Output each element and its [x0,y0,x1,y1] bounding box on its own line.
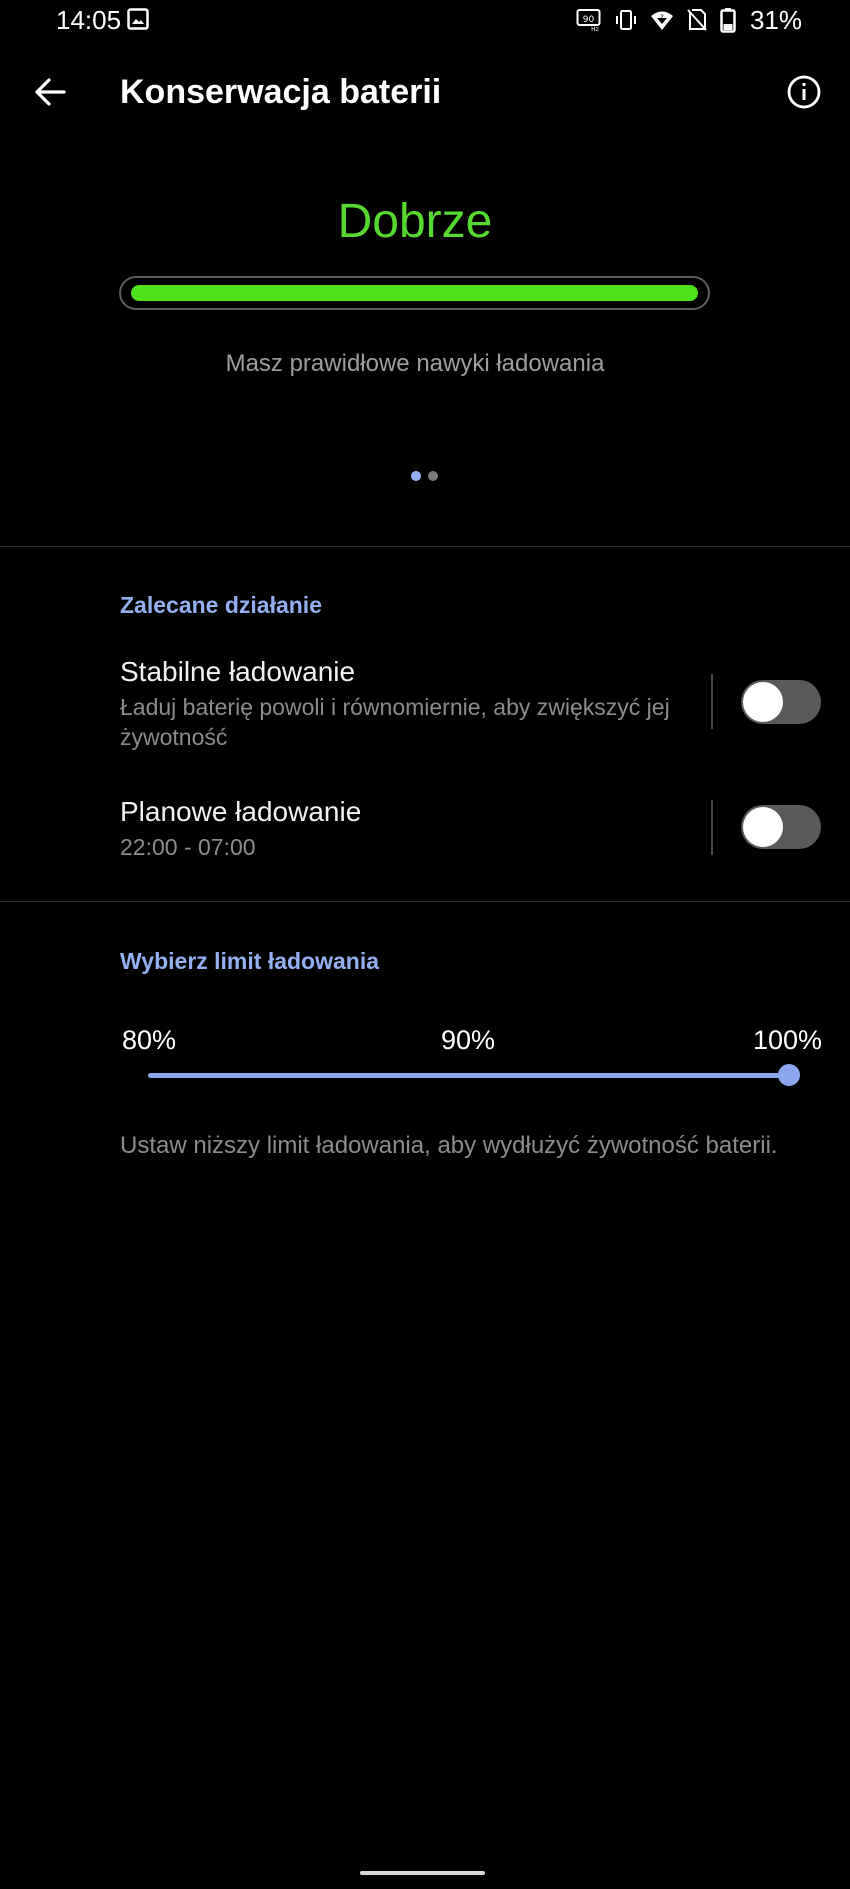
arrow-left-icon [35,78,66,106]
setting-subtitle-scheduled-charging: 22:00 - 07:00 [120,834,256,860]
page-dot-1 [411,471,421,481]
status-description: Masz prawidłowe nawyki ładowania [225,350,605,377]
section-header-charge-limit: Wybierz limit ładowania [120,948,380,974]
charge-limit-hint: Ustaw niższy limit ładowania, aby wydłuż… [120,1132,778,1159]
status-time: 14:05 [56,5,122,35]
vibrate-icon [614,8,638,32]
battery-health-fill [131,285,698,301]
svg-text:?: ? [660,14,664,22]
toggle-knob [743,682,783,722]
battery-percent: 31% [749,5,802,35]
page-dot-2 [428,471,438,481]
toggle-knob [743,807,783,847]
stable-charging-toggle[interactable] [741,680,821,724]
battery-icon [720,7,736,33]
no-sim-icon [686,8,708,32]
scheduled-charging-toggle[interactable] [741,805,821,849]
page-title: Konserwacja baterii [120,73,442,111]
svg-text:Hz: Hz [591,26,599,32]
setting-subtitle-stable-charging: Ładuj baterię powoli i równomiernie, aby… [120,694,670,750]
charge-limit-option-80[interactable]: 80% [122,1022,176,1058]
gesture-nav-handle[interactable] [360,1871,485,1875]
battery-health-bar [119,276,710,310]
page-indicator [411,471,438,481]
refresh-rate-90hz-icon: 90 Hz [576,8,602,32]
setting-title-stable-charging: Stabilne ładowanie [120,656,356,687]
separator-stable-charging [711,674,713,729]
wifi-icon: ? [650,8,674,32]
svg-text:90: 90 [583,15,595,25]
charge-limit-option-90[interactable]: 90% [441,1022,495,1058]
info-icon [787,75,821,109]
divider-middle [0,901,850,902]
separator-scheduled-charging [711,800,713,855]
charge-limit-option-100[interactable]: 100% [753,1022,822,1058]
info-button[interactable] [784,72,824,112]
back-button[interactable] [30,72,70,112]
setting-title-scheduled-charging: Planowe ładowanie [120,796,362,827]
charge-limit-slider-track[interactable] [148,1073,788,1078]
battery-status-label: Dobrze [337,195,493,248]
image-icon [127,8,149,30]
status-icons: 90 Hz ? 31% [576,4,802,36]
charge-limit-slider-thumb[interactable] [778,1064,800,1086]
divider-top [0,546,850,547]
section-header-recommended: Zalecane działanie [120,592,322,618]
